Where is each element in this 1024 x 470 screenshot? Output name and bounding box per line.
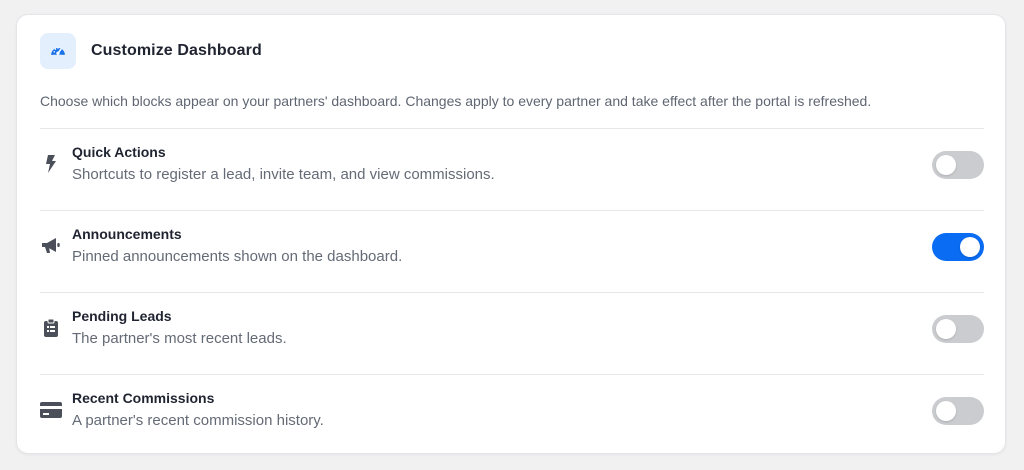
toggle-knob: [936, 319, 956, 339]
block-description: The partner's most recent leads.: [72, 330, 287, 347]
block-title: Recent Commissions: [72, 390, 215, 406]
customize-dashboard-card: Customize Dashboard Choose which blocks …: [16, 14, 1006, 454]
block-title: Pending Leads: [72, 308, 172, 324]
block-row-announcements: Announcements Pinned announcements shown…: [40, 210, 984, 292]
quick-actions-toggle[interactable]: [932, 151, 984, 179]
lightning-icon: [40, 154, 62, 174]
toggle-knob: [960, 237, 980, 257]
clipboard-icon: [40, 318, 62, 338]
block-row-quick-actions: Quick Actions Shortcuts to register a le…: [40, 128, 984, 210]
toggle-knob: [936, 401, 956, 421]
card-title: Customize Dashboard: [91, 42, 262, 59]
toggle-knob: [936, 155, 956, 175]
pending-leads-toggle[interactable]: [932, 315, 984, 343]
announcements-toggle[interactable]: [932, 233, 984, 261]
block-description: A partner's recent commission history.: [72, 412, 324, 429]
block-description: Pinned announcements shown on the dashbo…: [72, 248, 403, 265]
card-header: Customize Dashboard: [40, 33, 262, 69]
recent-commissions-toggle[interactable]: [932, 397, 984, 425]
card-description: Choose which blocks appear on your partn…: [40, 93, 872, 109]
block-list: Quick Actions Shortcuts to register a le…: [40, 128, 984, 456]
block-row-pending-leads: Pending Leads The partner's most recent …: [40, 292, 984, 374]
block-row-recent-commissions: Recent Commissions A partner's recent co…: [40, 374, 984, 456]
gauge-icon: [40, 33, 76, 69]
block-title: Announcements: [72, 226, 182, 242]
block-title: Quick Actions: [72, 144, 166, 160]
credit-card-icon: [40, 400, 62, 420]
megaphone-icon: [40, 236, 62, 256]
block-description: Shortcuts to register a lead, invite tea…: [72, 166, 495, 183]
